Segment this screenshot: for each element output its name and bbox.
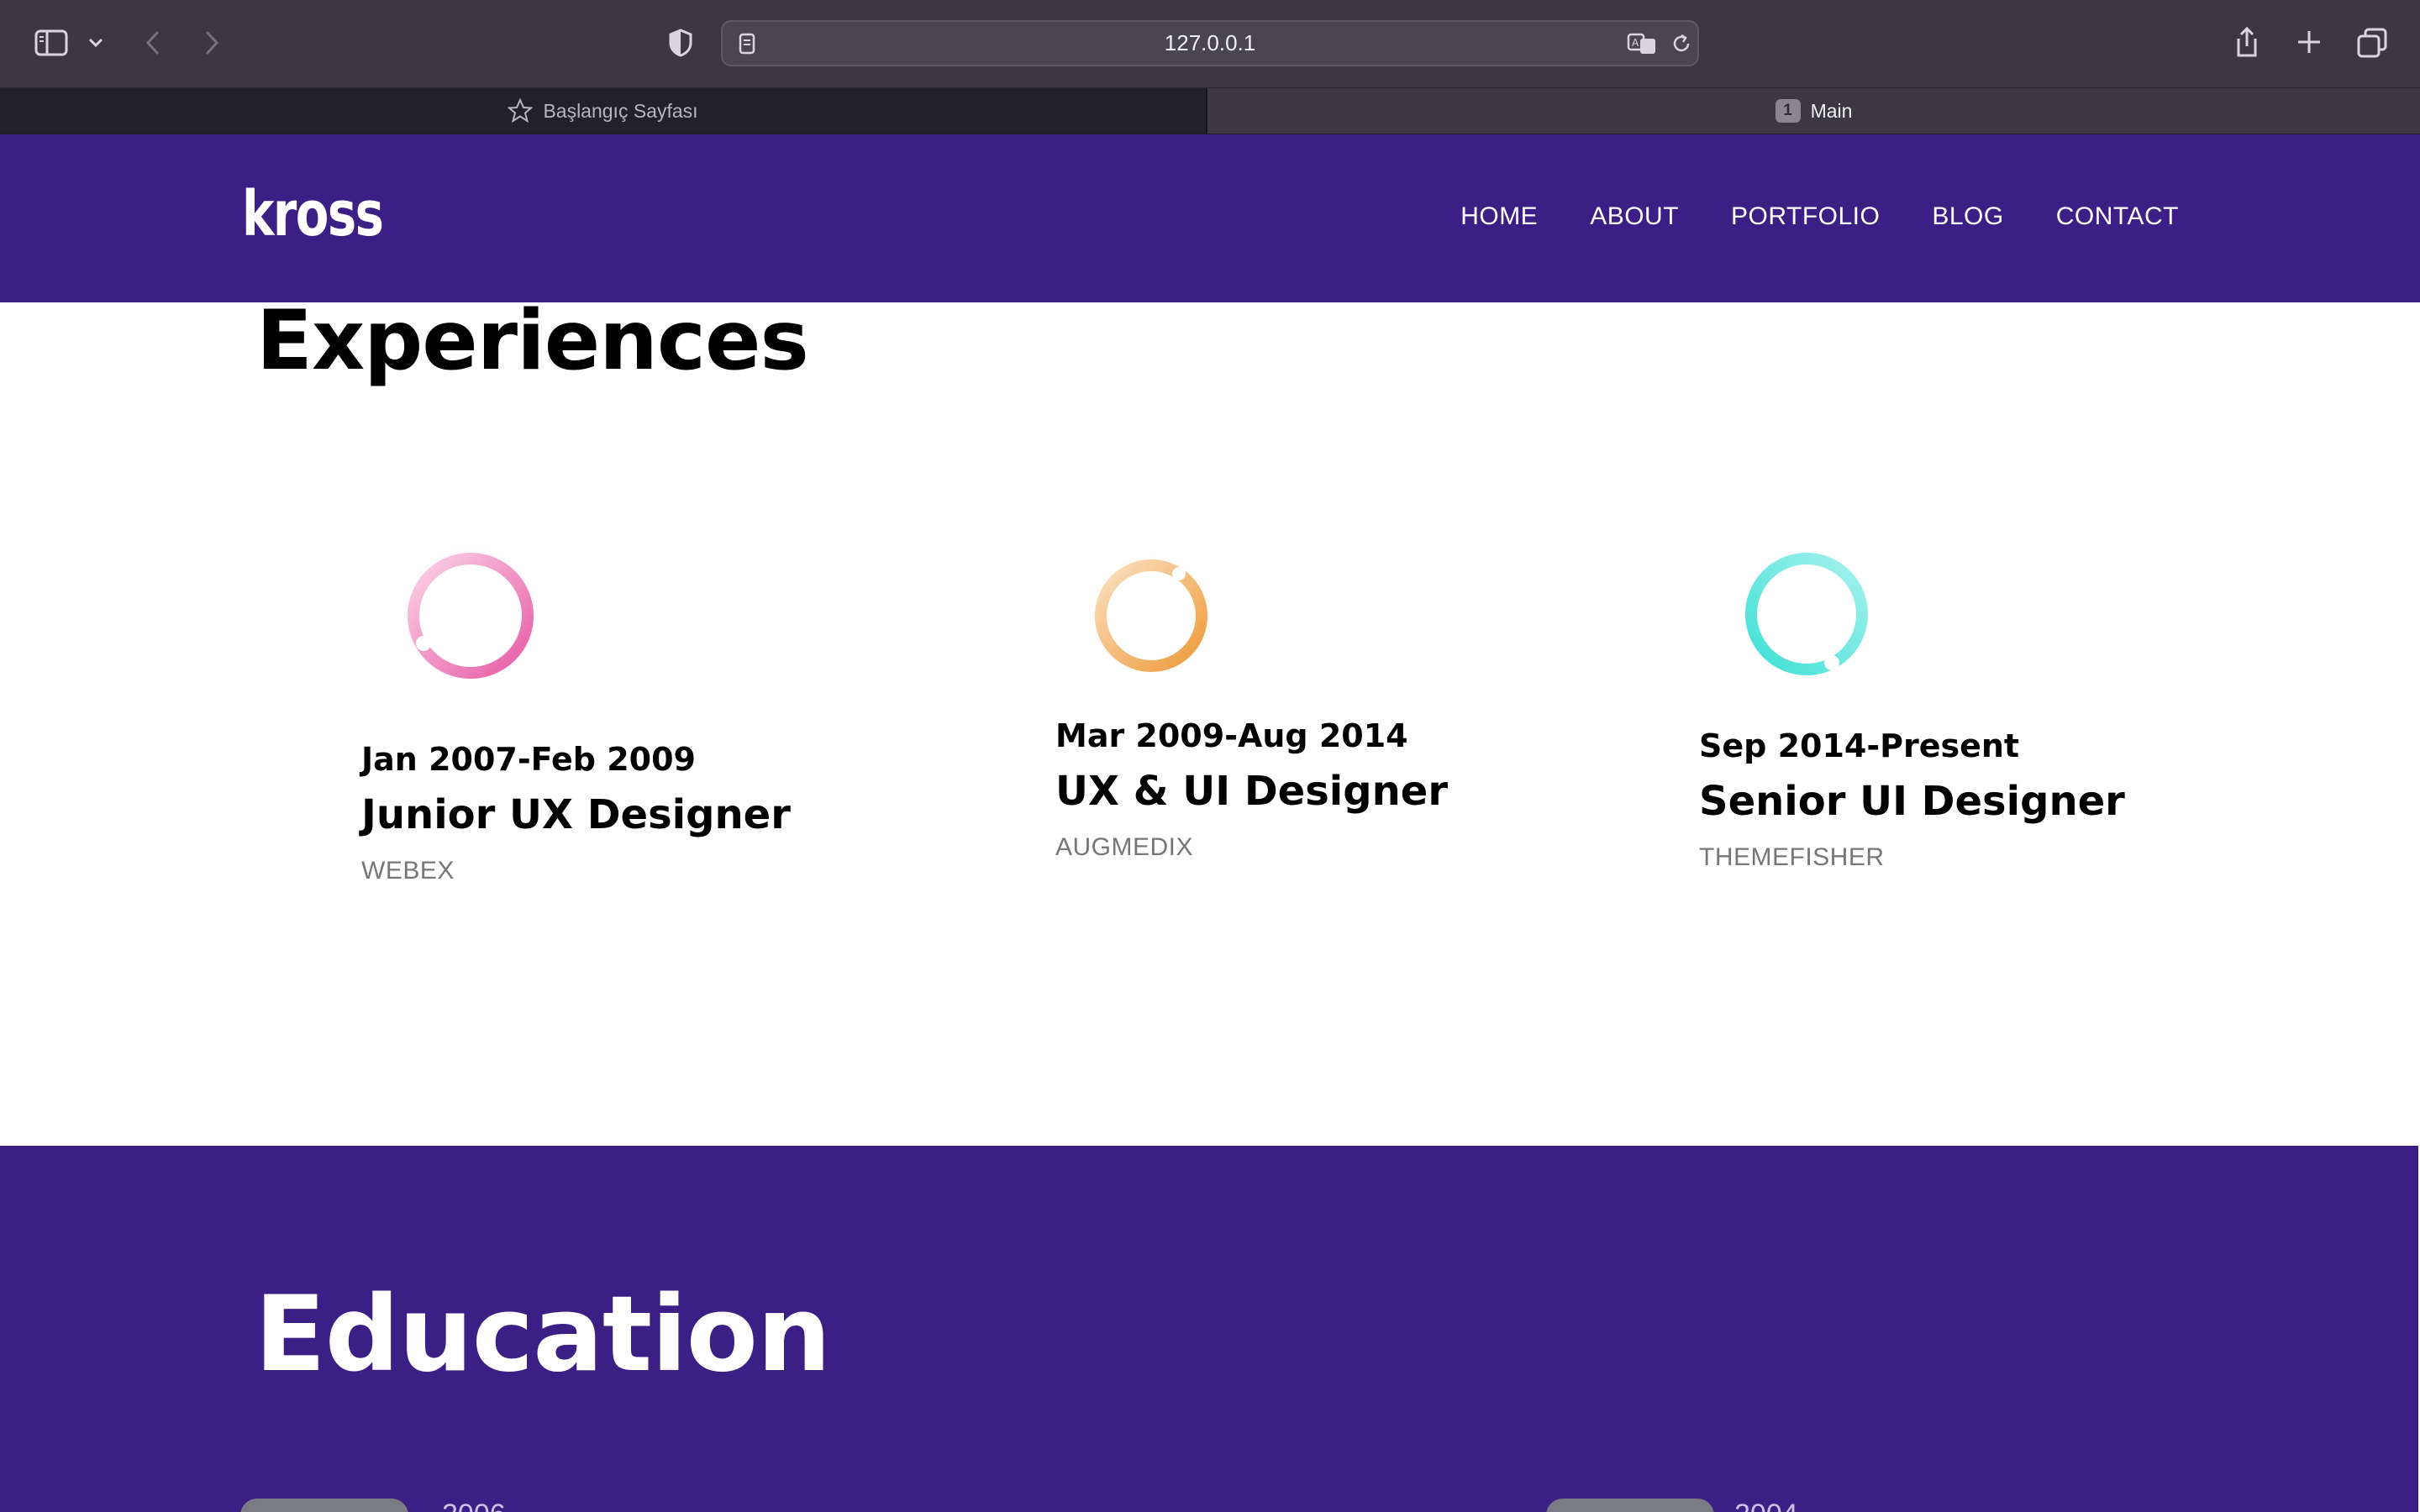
experience-date: Sep 2014-Present xyxy=(1699,727,2020,764)
tab-bar: Başlangıç Sayfası 1 Main xyxy=(0,87,2420,134)
address-bar[interactable]: 127.0.0.1 A xyxy=(721,20,1699,66)
tab-start-page[interactable]: Başlangıç Sayfası xyxy=(0,88,1207,134)
main-nav: HOME ABOUT PORTFOLIO BLOG CONTACT xyxy=(1408,200,2179,234)
nav-portfolio[interactable]: PORTFOLIO xyxy=(1731,200,1880,234)
reload-icon[interactable] xyxy=(1667,30,1696,57)
nav-blog[interactable]: BLOG xyxy=(1932,200,2003,234)
education-badge xyxy=(1546,1499,1714,1512)
tab-label: Başlangıç Sayfası xyxy=(543,99,698,122)
forward-arrow-icon[interactable] xyxy=(198,25,225,60)
translate-icon[interactable]: A xyxy=(1625,29,1660,59)
education-badge xyxy=(240,1499,408,1512)
tab-main[interactable]: 1 Main xyxy=(1207,88,2420,134)
svg-text:A: A xyxy=(1632,37,1639,49)
nav-about[interactable]: ABOUT xyxy=(1590,200,1679,234)
experience-date: Jan 2007-Feb 2009 xyxy=(361,741,696,778)
tab-overview-icon[interactable] xyxy=(2354,25,2390,60)
back-arrow-icon[interactable] xyxy=(139,25,166,60)
experience-company: AUGMEDIX xyxy=(1055,833,1194,861)
tab-badge: 1 xyxy=(1775,99,1801,123)
url-text[interactable]: 127.0.0.1 xyxy=(723,22,1697,65)
browser-toolbar: 127.0.0.1 A xyxy=(0,0,2420,87)
site-logo[interactable]: kross xyxy=(242,181,384,248)
privacy-shield-icon[interactable] xyxy=(664,25,697,60)
education-year: 2004 xyxy=(1734,1499,1798,1512)
experience-company: THEMEFISHER xyxy=(1699,843,1885,871)
experience-role: Senior UI Designer xyxy=(1699,778,2125,825)
education-heading: Education xyxy=(255,1274,831,1395)
star-icon xyxy=(508,98,534,123)
experience-ring-icon xyxy=(1738,543,1876,680)
education-section: Education 2006 2004 xyxy=(0,1146,2418,1512)
share-icon[interactable] xyxy=(2230,22,2264,62)
education-year: 2006 xyxy=(442,1499,506,1512)
experience-role: Junior UX Designer xyxy=(361,791,791,838)
experiences-heading: Experiences xyxy=(256,293,809,389)
experience-ring-icon xyxy=(1084,546,1218,680)
experience-role: UX & UI Designer xyxy=(1055,768,1448,815)
nav-home[interactable]: HOME xyxy=(1460,200,1538,234)
experience-company: WEBEX xyxy=(361,857,455,885)
experience-date: Mar 2009-Aug 2014 xyxy=(1055,717,1408,754)
tab-label: Main xyxy=(1810,99,1853,122)
sidebar-toggle-icon[interactable] xyxy=(32,25,71,60)
chevron-down-icon[interactable] xyxy=(84,30,108,55)
new-tab-plus-icon[interactable] xyxy=(2292,25,2326,59)
nav-contact[interactable]: CONTACT xyxy=(2056,200,2179,234)
site-header: kross HOME ABOUT PORTFOLIO BLOG CONTACT xyxy=(0,134,2420,302)
experience-ring-icon xyxy=(395,538,546,689)
